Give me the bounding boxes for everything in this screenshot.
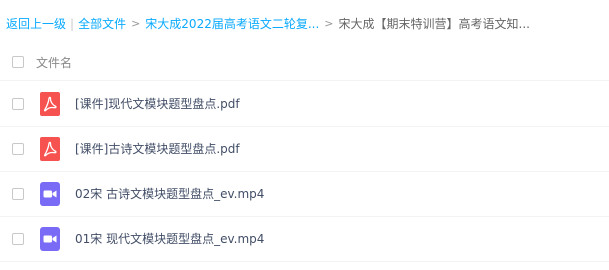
- file-name[interactable]: 02宋 古诗文模块题型盘点_ev.mp4: [75, 185, 264, 202]
- breadcrumb-current: 宋大成【期末特训营】高考语文知...: [338, 17, 530, 31]
- file-name[interactable]: [课件]现代文模块题型盘点.pdf: [75, 95, 240, 112]
- column-header-filename: 文件名: [36, 55, 73, 70]
- breadcrumb: 返回上一级 | 全部文件 > 宋大成2022届高考语文二轮复... > 宋大成【…: [6, 14, 530, 34]
- breadcrumb-separator-icon: >: [131, 17, 141, 30]
- row-checkbox[interactable]: [12, 142, 24, 155]
- breadcrumb-divider: |: [70, 17, 75, 31]
- pdf-icon: [39, 136, 61, 161]
- row-checkbox[interactable]: [12, 97, 24, 110]
- video-icon: [39, 181, 61, 206]
- file-row[interactable]: [课件]古诗文模块题型盘点.pdf: [0, 126, 609, 172]
- row-checkbox[interactable]: [12, 232, 24, 245]
- video-icon: [39, 226, 61, 251]
- select-all-checkbox[interactable]: [12, 56, 24, 68]
- row-checkbox[interactable]: [12, 187, 24, 200]
- file-name[interactable]: 01宋 现代文模块题型盘点_ev.mp4: [75, 230, 264, 247]
- file-list-header: 文件名: [0, 44, 609, 81]
- file-row[interactable]: [课件]现代文模块题型盘点.pdf: [0, 81, 609, 127]
- breadcrumb-root-link[interactable]: 全部文件: [78, 14, 126, 34]
- back-link[interactable]: 返回上一级: [6, 14, 66, 34]
- file-row[interactable]: 02宋 古诗文模块题型盘点_ev.mp4: [0, 171, 609, 217]
- breadcrumb-folder-link[interactable]: 宋大成2022届高考语文二轮复...: [145, 14, 319, 34]
- breadcrumb-separator-icon: >: [324, 17, 334, 30]
- file-name[interactable]: [课件]古诗文模块题型盘点.pdf: [75, 140, 240, 157]
- file-row[interactable]: 01宋 现代文模块题型盘点_ev.mp4: [0, 216, 609, 262]
- pdf-icon: [39, 91, 61, 116]
